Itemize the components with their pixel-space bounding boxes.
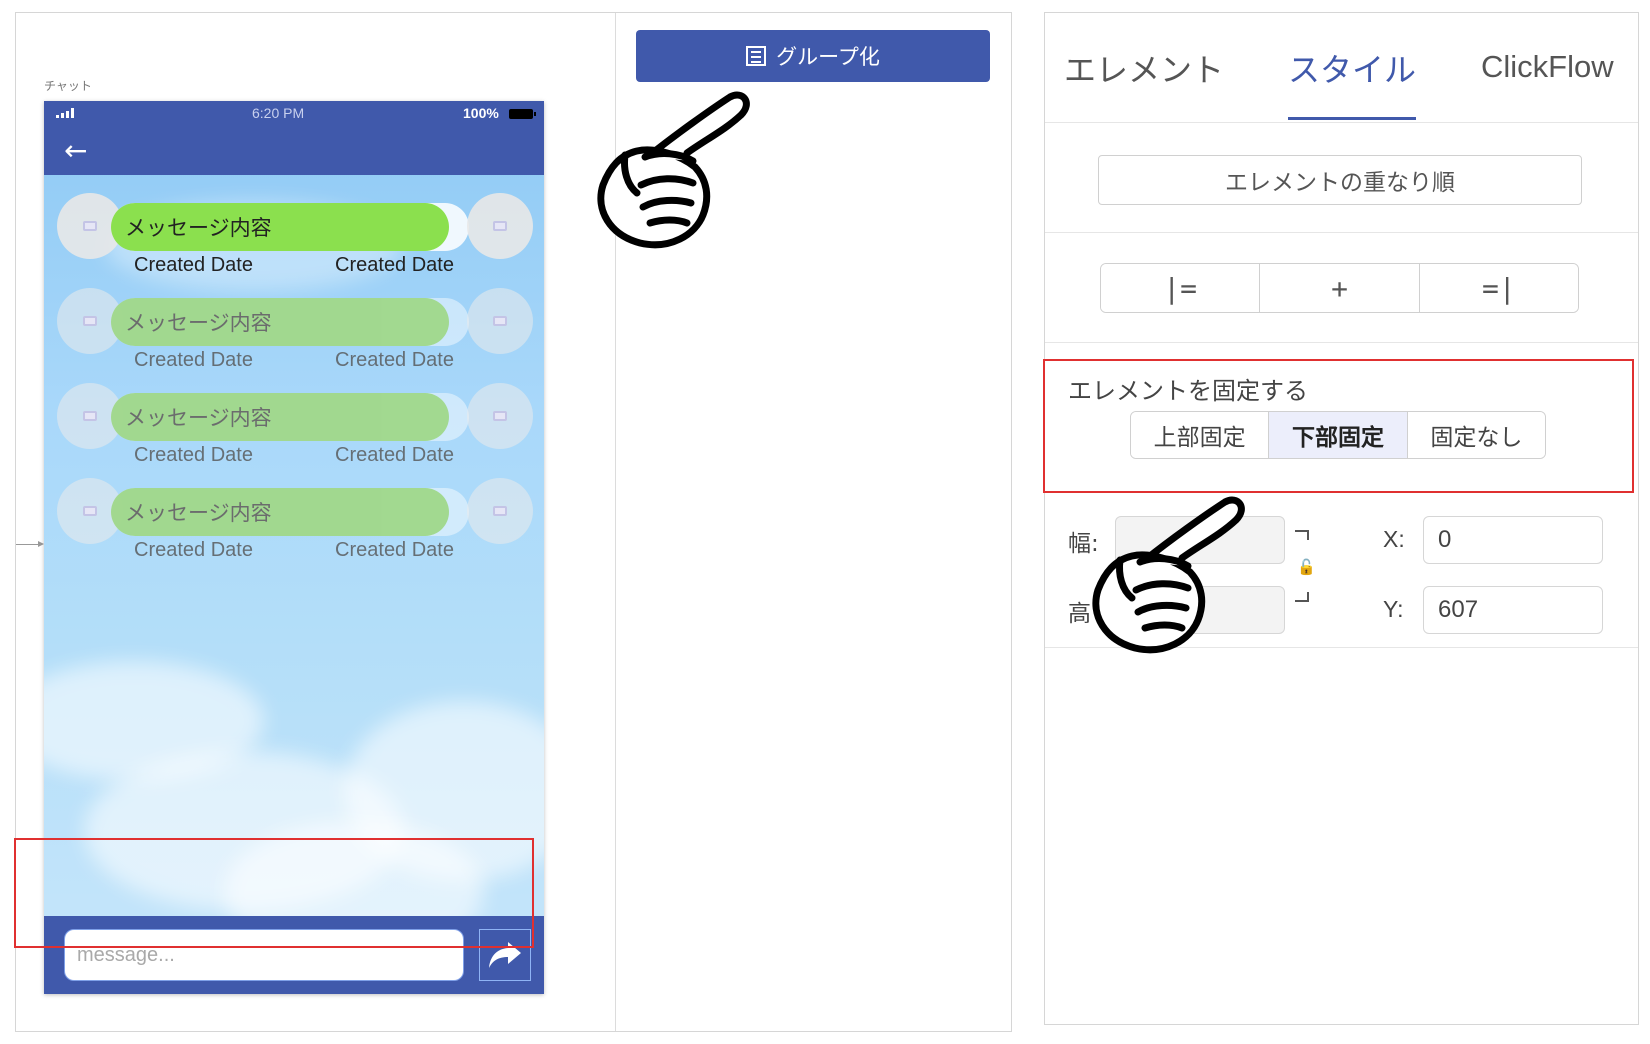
message-dates: Created Date Created Date: [134, 444, 454, 467]
message-dates: Created Date Created Date: [134, 254, 454, 277]
group-button[interactable]: グループ化: [636, 30, 990, 82]
message-dates: Created Date Created Date: [134, 539, 454, 562]
pointing-hand-icon: [597, 91, 750, 249]
x-input[interactable]: [1423, 516, 1603, 564]
screen-name-label: チャット: [44, 79, 92, 93]
highlight-box-input-bar: [14, 838, 534, 948]
avatar: [467, 383, 533, 449]
created-date-right: Created Date: [335, 444, 454, 466]
connector-arrow: [16, 541, 44, 547]
message-bubble: メッセージ内容: [111, 393, 449, 441]
created-date-left: Created Date: [134, 444, 253, 466]
y-label: Y:: [1383, 596, 1404, 622]
group-icon: [746, 46, 767, 66]
created-date-left: Created Date: [134, 349, 253, 371]
align-center-button[interactable]: +: [1260, 264, 1420, 312]
image-placeholder-icon: [493, 506, 507, 516]
created-date-left: Created Date: [134, 254, 253, 276]
image-placeholder-icon: [493, 221, 507, 231]
avatar: [467, 288, 533, 354]
align-button-group: |= + =|: [1100, 263, 1579, 313]
tab-clickflow[interactable]: ClickFlow: [1481, 49, 1614, 85]
tab-bar: エレメント スタイル ClickFlow: [1045, 13, 1638, 123]
message-row[interactable]: メッセージ内容 Created Date Created Date: [44, 193, 544, 285]
image-placeholder-icon: [83, 411, 97, 421]
image-placeholder-icon: [83, 316, 97, 326]
created-date-right: Created Date: [335, 539, 454, 561]
image-placeholder-icon: [83, 221, 97, 231]
battery-icon: [509, 109, 536, 119]
created-date-right: Created Date: [335, 254, 454, 276]
app-header: ←: [44, 127, 544, 175]
y-input[interactable]: [1423, 586, 1603, 634]
z-order-button[interactable]: エレメントの重なり順: [1098, 155, 1582, 205]
avatar: [467, 478, 533, 544]
message-bubble: メッセージ内容: [111, 488, 449, 536]
battery-percent: 100%: [463, 105, 499, 121]
arrow-left-icon[interactable]: ←: [64, 137, 87, 165]
message-bubble: メッセージ内容: [111, 203, 449, 251]
status-time: 6:20 PM: [252, 105, 305, 121]
align-section: |= + =|: [1045, 233, 1638, 343]
group-button-label: グループ化: [776, 45, 880, 69]
image-placeholder-icon: [83, 506, 97, 516]
lock-icon: 🔓: [1297, 558, 1316, 576]
aspect-lock[interactable]: 🔓: [1295, 530, 1316, 602]
highlight-box-fix-section: [1043, 359, 1634, 493]
message-dates: Created Date Created Date: [134, 349, 454, 372]
created-date-left: Created Date: [134, 539, 253, 561]
created-date-right: Created Date: [335, 349, 454, 371]
message-bubble: メッセージ内容: [111, 298, 449, 346]
x-label: X:: [1383, 526, 1405, 552]
tab-style[interactable]: スタイル: [1288, 45, 1416, 91]
image-placeholder-icon: [493, 411, 507, 421]
message-row[interactable]: メッセージ内容 Created Date Created Date: [44, 383, 544, 475]
image-placeholder-icon: [493, 316, 507, 326]
message-row[interactable]: メッセージ内容 Created Date Created Date: [44, 288, 544, 380]
signal-icon: [56, 108, 74, 118]
message-row[interactable]: メッセージ内容 Created Date Created Date: [44, 478, 544, 570]
align-right-button[interactable]: =|: [1419, 264, 1578, 312]
status-bar: 6:20 PM 100%: [44, 101, 544, 127]
avatar: [467, 193, 533, 259]
pointing-hand-icon: [1092, 496, 1245, 654]
align-left-button[interactable]: |=: [1101, 264, 1261, 312]
tab-element[interactable]: エレメント: [1064, 45, 1224, 91]
active-tab-indicator: [1288, 117, 1416, 120]
z-order-section: エレメントの重なり順: [1045, 123, 1638, 233]
